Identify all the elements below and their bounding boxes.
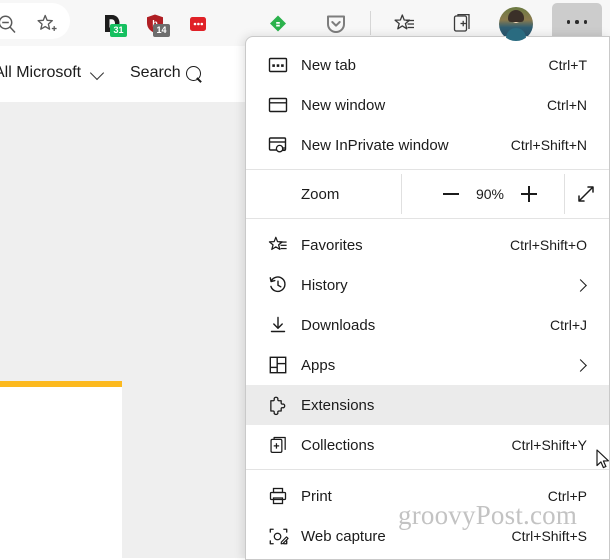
chevron-right-icon (574, 278, 587, 292)
menu-item-shortcut: Ctrl+J (550, 317, 587, 333)
menu-item-shortcut: Ctrl+Shift+Y (511, 437, 587, 453)
new-tab-icon (266, 45, 290, 85)
collections-icon (266, 425, 290, 465)
downloads-icon (266, 305, 290, 345)
web-capture-icon (266, 516, 290, 556)
menu-item-apps[interactable]: Apps (246, 345, 609, 385)
menu-divider (246, 469, 609, 470)
site-search-label[interactable]: Search (130, 64, 181, 82)
menu-item-web-capture[interactable]: Web capture Ctrl+Shift+S (246, 516, 609, 556)
menu-item-label: Web capture (301, 527, 386, 545)
menu-item-label: Apps (301, 356, 336, 374)
apps-icon (266, 345, 290, 385)
extension-badge-count: 14 (153, 24, 170, 37)
extension-dashlane-icon[interactable]: 31 (97, 9, 127, 39)
menu-item-shortcut: Ctrl+N (546, 97, 587, 113)
menu-item-new-tab[interactable]: New tab Ctrl+T (246, 45, 609, 85)
search-zoom-out-icon[interactable] (0, 9, 22, 39)
extension-feedly-icon[interactable] (263, 9, 293, 39)
extension-badge-count: 31 (110, 24, 127, 37)
menu-item-shortcut: Ctrl+T (548, 57, 588, 73)
menu-item-label: Downloads (301, 316, 376, 334)
menu-item-downloads[interactable]: Downloads Ctrl+J (246, 305, 609, 345)
zoom-divider (401, 174, 402, 214)
menu-item-new-window[interactable]: New window Ctrl+N (246, 85, 609, 125)
menu-item-shortcut: Ctrl+Shift+N (510, 137, 587, 153)
extensions-icon (266, 385, 290, 425)
chevron-down-icon[interactable] (89, 65, 105, 81)
menu-item-label: New window (301, 96, 386, 114)
search-icon[interactable] (186, 66, 201, 81)
content-card (0, 387, 122, 558)
fullscreen-arrows-icon (578, 186, 594, 202)
menu-item-extensions[interactable]: Extensions (246, 385, 609, 425)
menu-item-label: Print (301, 487, 332, 505)
zoom-label: Zoom (301, 185, 340, 203)
menu-divider (246, 218, 609, 219)
menu-item-history[interactable]: History (246, 265, 609, 305)
extension-shield-icon[interactable]: b 14 (140, 9, 170, 39)
menu-item-shortcut: Ctrl+P (547, 488, 587, 504)
menu-item-label: Collections (301, 436, 375, 454)
menu-item-print[interactable]: Print Ctrl+P (246, 476, 609, 516)
chevron-right-icon (574, 358, 587, 372)
menu-item-label: Extensions (301, 396, 375, 414)
menu-item-shortcut: Ctrl+Shift+S (511, 528, 587, 544)
menu-item-favorites[interactable]: Favorites Ctrl+Shift+O (246, 225, 609, 265)
extension-pocket-icon[interactable] (321, 9, 351, 39)
mouse-cursor (596, 449, 609, 471)
zoom-in-button[interactable] (504, 170, 554, 218)
plus-icon (521, 186, 537, 202)
menu-item-new-inprivate-window[interactable]: New InPrivate window Ctrl+Shift+N (246, 125, 609, 165)
settings-and-more-menu: New tab Ctrl+T New window Ctrl+N New InP… (245, 36, 610, 560)
zoom-control-row: Zoom 90% (246, 170, 609, 218)
toolbar-divider (370, 11, 371, 35)
favorites-star-list-icon[interactable] (390, 9, 420, 39)
menu-item-label: History (301, 276, 348, 294)
menu-item-shortcut: Ctrl+Shift+O (509, 237, 587, 253)
menu-item-label: New InPrivate window (301, 136, 449, 154)
inprivate-icon (266, 125, 290, 165)
full-screen-button[interactable] (564, 170, 608, 218)
menu-item-label: Favorites (301, 236, 363, 254)
print-icon (266, 476, 290, 516)
menu-item-collections[interactable]: Collections Ctrl+Shift+Y (246, 425, 609, 465)
all-microsoft-label[interactable]: All Microsoft (0, 64, 81, 82)
collections-icon[interactable] (447, 9, 477, 39)
history-icon (266, 265, 290, 305)
favorites-icon (266, 225, 290, 265)
add-favorite-star-icon[interactable] (32, 9, 62, 39)
menu-item-label: New tab (301, 56, 357, 74)
extension-red-dots-icon[interactable] (183, 9, 213, 39)
new-window-icon (266, 85, 290, 125)
